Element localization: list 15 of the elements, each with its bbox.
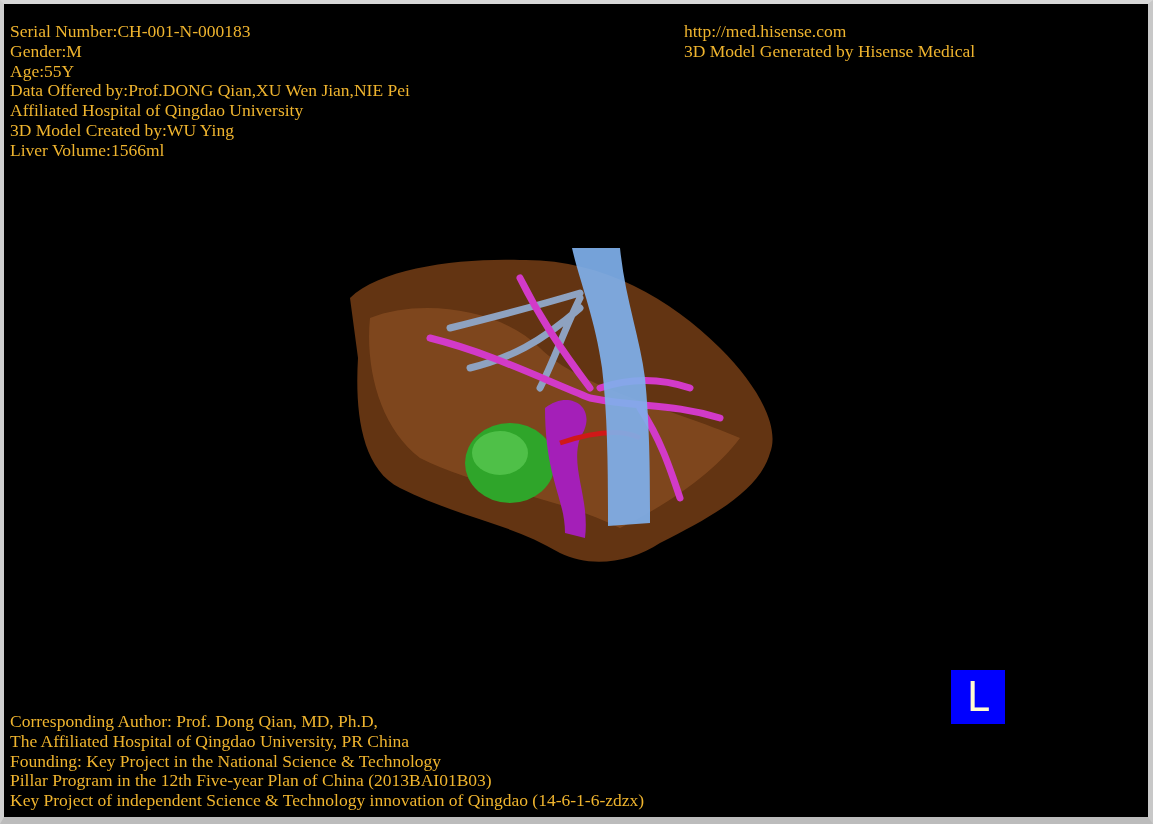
patient-info-line: Gender:M [10,41,83,62]
patient-info-line: 3D Model Created by:WU Ying [10,121,235,141]
credit-line: Founding: Key Project in the National Science & Technology [10,751,442,772]
patient-info-line: Liver Volume:1566ml [10,140,165,161]
patient-info-line: Data Offered by:Prof.DONG Qian,XU Wen Jian,NIE Pei [10,81,411,102]
credit-line: Pillar Program in the 12th Five-year Plan of China (2013BAI01B03) [10,771,493,792]
credit-line: Corresponding Author: Prof. Dong Qian, MD, Ph.D, [10,712,379,732]
credit-line: The Affiliated Hospital of Qingdao University, PR China [10,731,411,752]
patient-info-line: Affiliated Hospital of Qingdao University [10,101,305,121]
source-info-line: 3D Model Generated by Hisense Medical [684,41,976,62]
patient-info-line: Serial Number:CH-001-N-000183 [10,22,252,42]
source-info-line: http://med.hisense.com [684,22,848,42]
orientation-marker: L [951,670,1005,724]
patient-info-line: Age:55Y [10,61,76,82]
credit-line: Key Project of independent Science & Technology innovation of Qingdao (14-6-1-6-zdzx) [10,791,645,811]
